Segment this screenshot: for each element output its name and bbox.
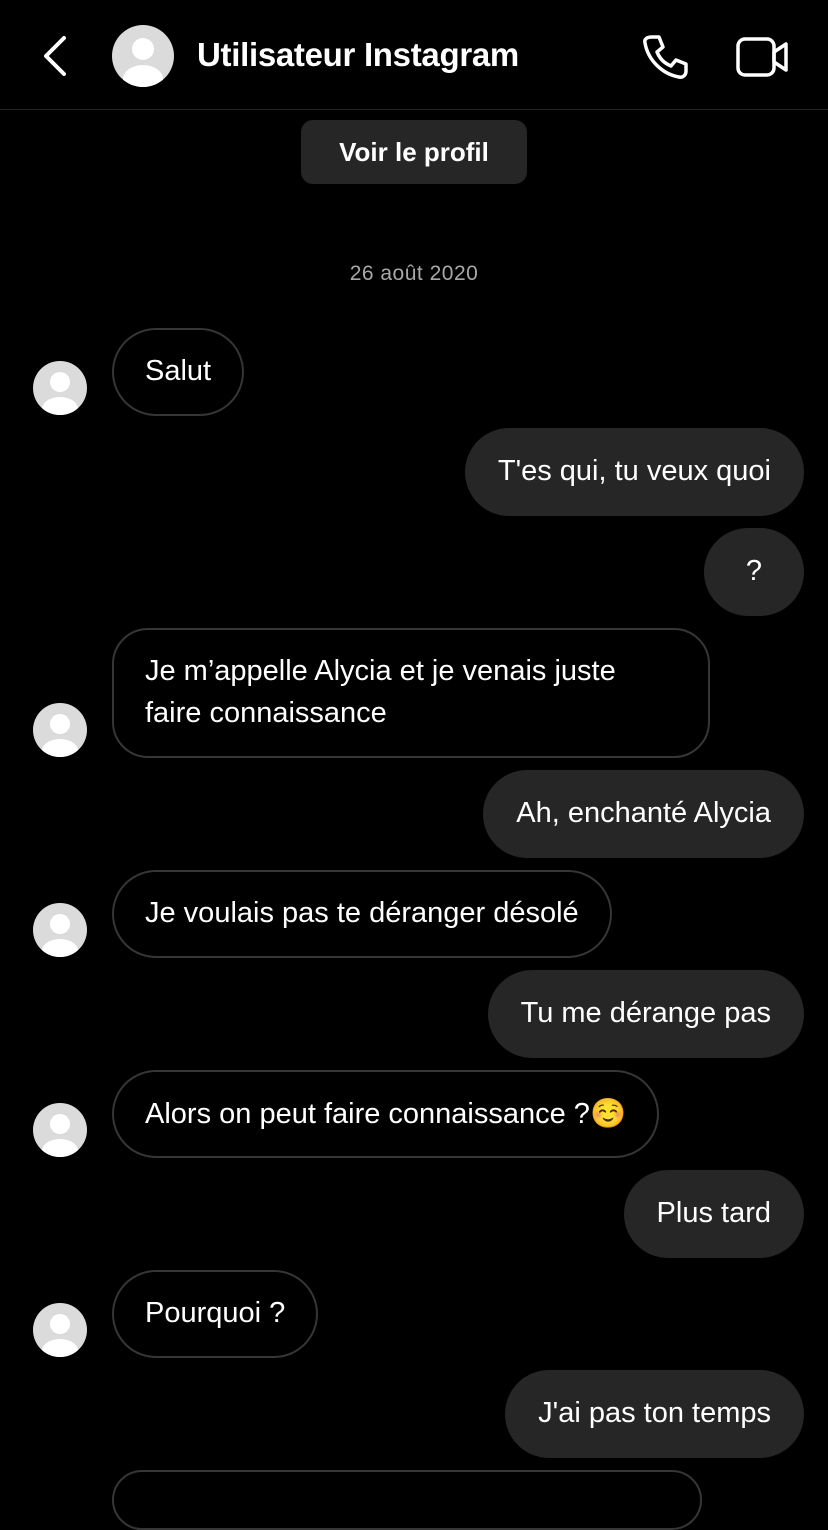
outgoing-message[interactable]: T'es qui, tu veux quoi xyxy=(464,428,804,516)
outgoing-message[interactable]: Ah, enchanté Alycia xyxy=(483,770,804,858)
smiling-face-emoji: ☺️ xyxy=(589,1096,627,1130)
chat-header: Utilisateur Instagram xyxy=(0,0,828,110)
phone-icon[interactable] xyxy=(638,30,692,84)
incoming-message[interactable]: Je voulais pas te déranger désolé xyxy=(112,870,612,958)
message-text: Alors on peut faire connaissance ? xyxy=(145,1098,590,1130)
outgoing-message[interactable]: ? xyxy=(704,528,804,616)
sender-avatar-icon[interactable] xyxy=(33,703,87,757)
avatar-placeholder-icon[interactable] xyxy=(112,25,174,87)
incoming-message[interactable]: Pourquoi ? xyxy=(112,1270,319,1358)
view-profile-button[interactable]: Voir le profil xyxy=(301,120,527,184)
sender-avatar-icon[interactable] xyxy=(33,361,87,415)
outgoing-message[interactable]: Tu me dérange pas xyxy=(487,970,804,1058)
incoming-message-partial[interactable] xyxy=(112,1470,702,1530)
outgoing-message[interactable]: Plus tard xyxy=(623,1170,804,1258)
sender-avatar-icon[interactable] xyxy=(33,1103,87,1157)
date-separator: 26 août 2020 xyxy=(349,262,479,285)
incoming-message[interactable]: Salut xyxy=(112,328,245,416)
incoming-message[interactable]: Alors on peut faire connaissance ?☺️ xyxy=(112,1070,660,1158)
sender-avatar-icon[interactable] xyxy=(33,1303,87,1357)
conversation-title[interactable]: Utilisateur Instagram xyxy=(197,36,519,74)
incoming-message[interactable]: Je m’appelle Alycia et je venais juste f… xyxy=(112,628,710,758)
sender-avatar-icon[interactable] xyxy=(33,903,87,957)
back-arrow-icon[interactable] xyxy=(36,32,76,80)
video-camera-icon[interactable] xyxy=(734,30,792,84)
outgoing-message[interactable]: J'ai pas ton temps xyxy=(505,1370,804,1458)
